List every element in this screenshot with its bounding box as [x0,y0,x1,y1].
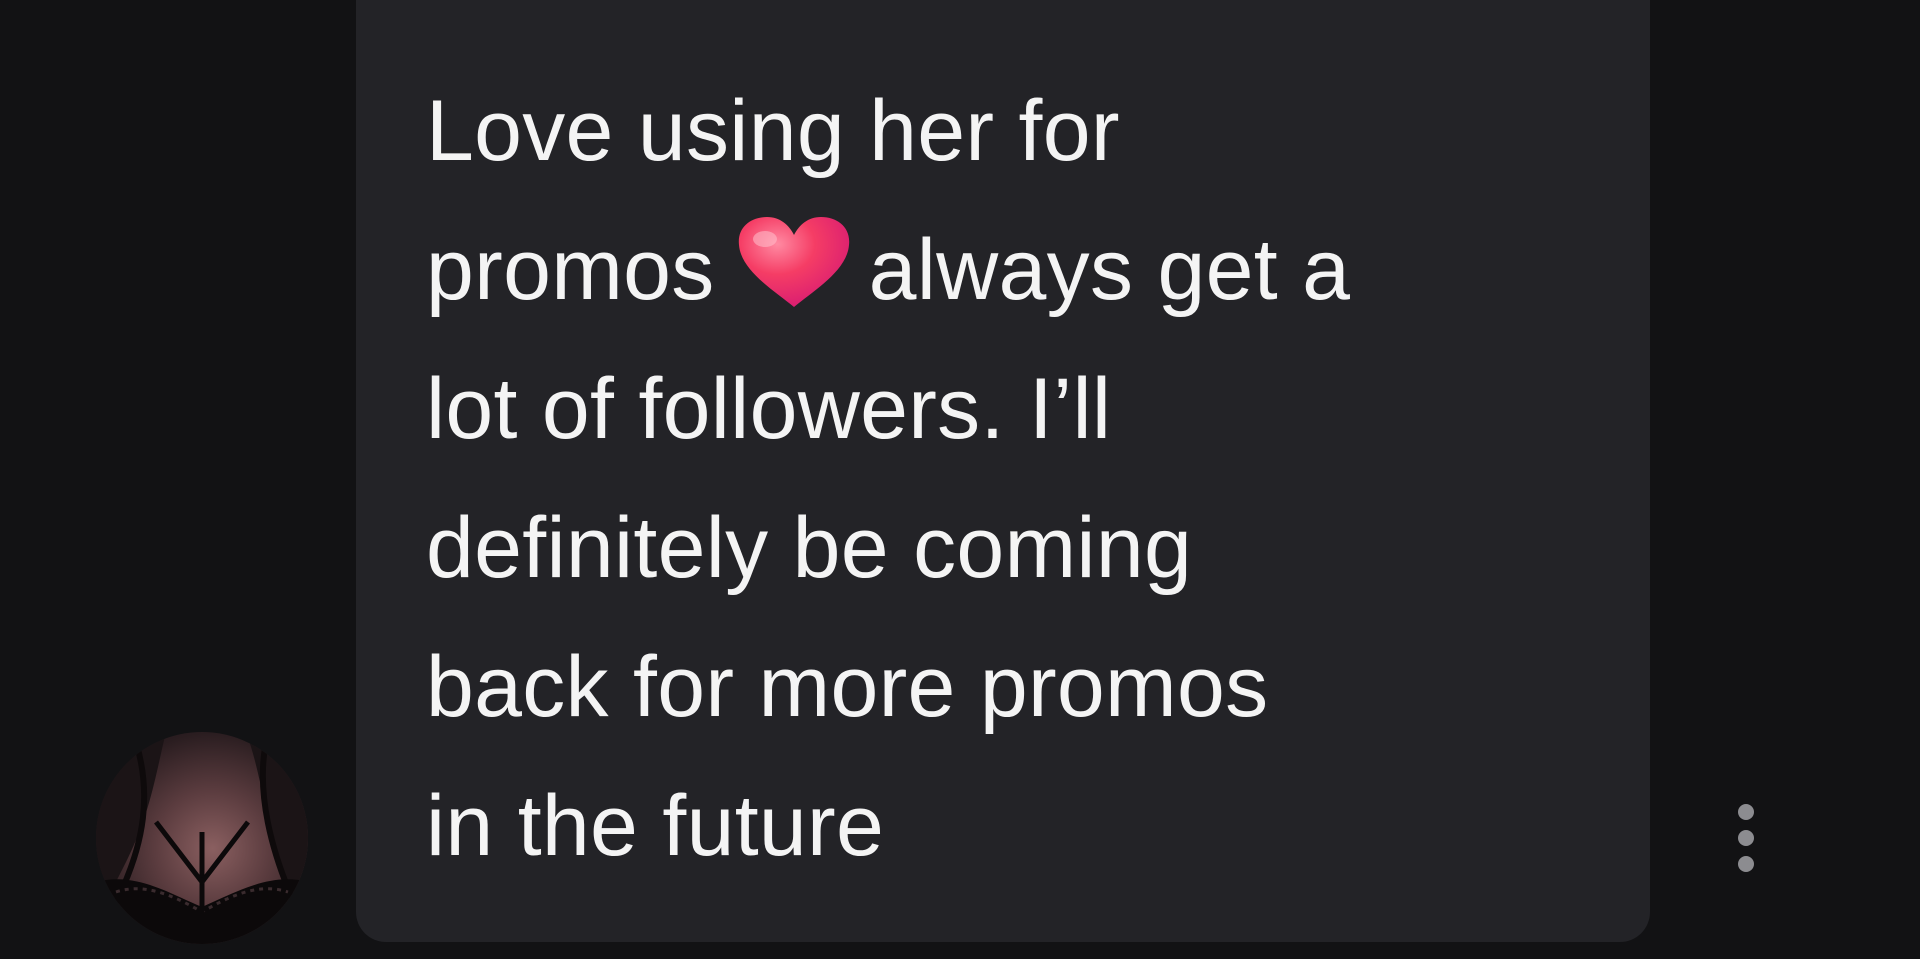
message-bubble[interactable]: Love using her for promos always get a l… [356,0,1650,942]
message-line-4: definitely be coming [426,500,1193,596]
message-line-3: lot of followers. I’ll [426,361,1112,457]
avatar-photo [96,732,308,944]
chat-message-row: Love using her for promos always get a l… [0,0,1920,959]
avatar[interactable] [96,732,308,944]
heart-emoji-icon [735,211,853,307]
message-text: Love using her for promos always get a l… [426,62,1606,896]
message-line-6: in the future [426,778,885,874]
message-line-2b: always get a [868,222,1351,318]
message-line-2a: promos [426,222,715,318]
message-line-1: Love using her for [426,83,1120,179]
message-line-5: back for more promos [426,639,1269,735]
more-options-button[interactable] [1728,796,1768,886]
